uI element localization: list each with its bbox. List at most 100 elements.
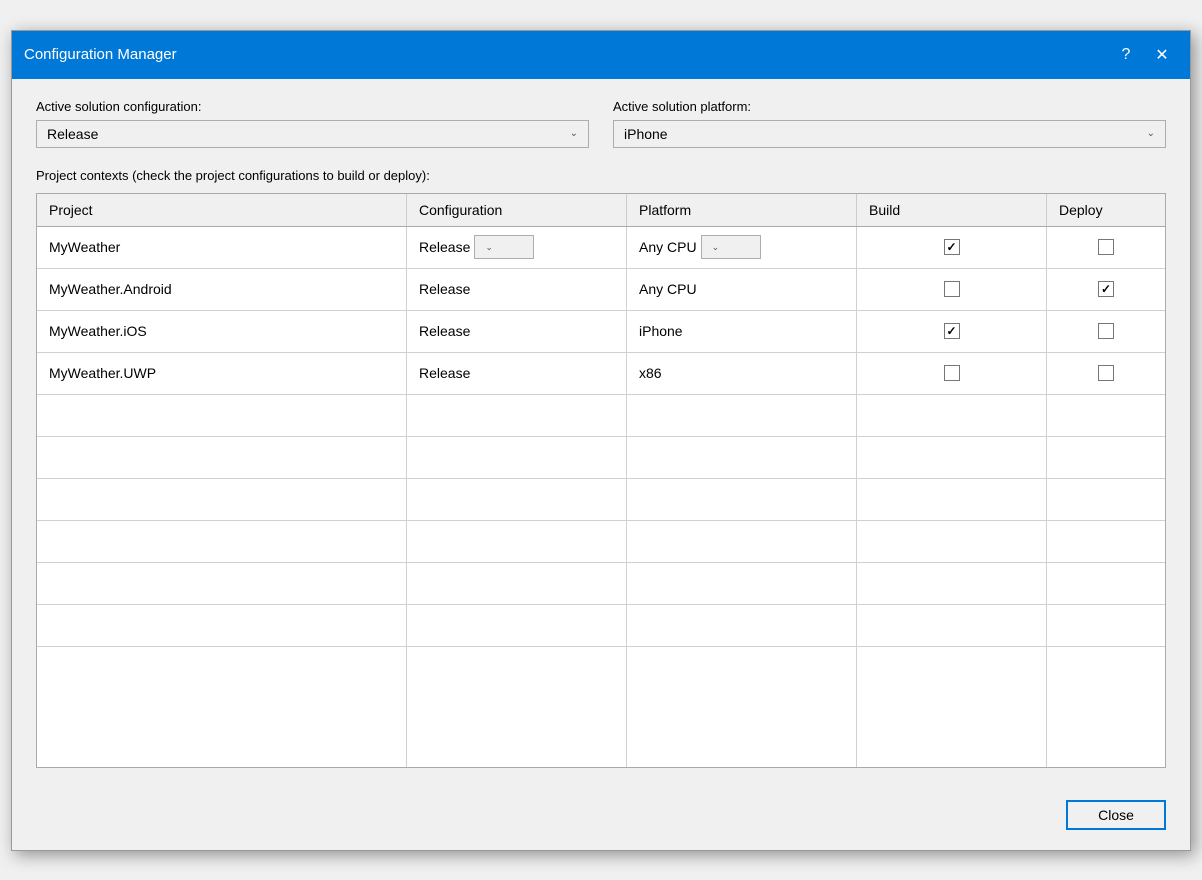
empty-cell [857, 521, 1047, 562]
platform-cell: Any CPU ⌄ [627, 227, 857, 268]
deploy-cell [1047, 269, 1165, 310]
empty-cell [627, 395, 857, 436]
empty-cell [37, 563, 407, 604]
solution-row: Active solution configuration: Release ⌄… [36, 99, 1166, 148]
col-header-configuration: Configuration [407, 194, 627, 226]
project-name: MyWeather.Android [37, 269, 407, 310]
empty-cell [407, 479, 627, 520]
dialog-body: Active solution configuration: Release ⌄… [12, 79, 1190, 788]
build-cell [857, 311, 1047, 352]
platform-text: Any CPU [639, 281, 697, 297]
build-checkbox[interactable] [944, 365, 960, 381]
empty-cell [407, 647, 627, 767]
dialog-title: Configuration Manager [24, 46, 177, 63]
platform-text: Any CPU [639, 239, 697, 255]
config-value: Release [47, 126, 98, 142]
empty-row [37, 437, 1165, 479]
grid-header: Project Configuration Platform Build Dep… [37, 194, 1165, 227]
build-cell [857, 353, 1047, 394]
empty-cell [37, 395, 407, 436]
empty-cell [1047, 395, 1165, 436]
config-text: Release [419, 323, 470, 339]
empty-row [37, 605, 1165, 647]
close-button[interactable]: Close [1066, 800, 1166, 830]
table-row: MyWeather Release ⌄ Any CPU ⌄ [37, 227, 1165, 269]
platform-label: Active solution platform: [613, 99, 1166, 114]
empty-cell [37, 605, 407, 646]
platform-dropdown-arrow: ⌄ [1147, 128, 1155, 139]
project-name: MyWeather.iOS [37, 311, 407, 352]
close-x-button[interactable]: ✕ [1146, 39, 1178, 71]
row-platform-dropdown[interactable]: ⌄ [701, 235, 761, 259]
deploy-checkbox[interactable] [1098, 365, 1114, 381]
build-checkbox[interactable] [944, 281, 960, 297]
empty-cell [857, 437, 1047, 478]
row-platform-dropdown-arrow: ⌄ [712, 242, 720, 253]
build-cell [857, 269, 1047, 310]
empty-cell [37, 437, 407, 478]
project-contexts-label: Project contexts (check the project conf… [36, 168, 1166, 183]
empty-cell [37, 647, 407, 767]
empty-cell [627, 605, 857, 646]
empty-cell [407, 605, 627, 646]
empty-cell [1047, 479, 1165, 520]
project-grid: Project Configuration Platform Build Dep… [36, 193, 1166, 768]
empty-row [37, 647, 1165, 767]
platform-group: Active solution platform: iPhone ⌄ [613, 99, 1166, 148]
config-cell: Release [407, 311, 627, 352]
deploy-checkbox[interactable] [1098, 281, 1114, 297]
empty-rows [37, 395, 1165, 767]
platform-cell: Any CPU [627, 269, 857, 310]
empty-cell [857, 395, 1047, 436]
platform-cell: x86 [627, 353, 857, 394]
config-cell: Release [407, 353, 627, 394]
empty-row [37, 395, 1165, 437]
empty-cell [1047, 521, 1165, 562]
col-header-build: Build [857, 194, 1047, 226]
empty-cell [407, 395, 627, 436]
dialog-footer: Close [12, 788, 1190, 850]
project-name: MyWeather [37, 227, 407, 268]
title-bar-controls: ? ✕ [1110, 39, 1178, 71]
configuration-manager-dialog: Configuration Manager ? ✕ Active solutio… [11, 30, 1191, 851]
config-text: Release [419, 239, 470, 255]
empty-row [37, 563, 1165, 605]
col-header-project: Project [37, 194, 407, 226]
platform-dropdown[interactable]: iPhone ⌄ [613, 120, 1166, 148]
table-row: MyWeather.UWP Release x86 [37, 353, 1165, 395]
empty-cell [407, 563, 627, 604]
row-config-dropdown-arrow: ⌄ [485, 242, 493, 253]
empty-cell [627, 521, 857, 562]
config-dropdown[interactable]: Release ⌄ [36, 120, 589, 148]
table-row: MyWeather.iOS Release iPhone [37, 311, 1165, 353]
platform-text: iPhone [639, 323, 683, 339]
config-label: Active solution configuration: [36, 99, 589, 114]
empty-cell [857, 479, 1047, 520]
empty-cell [407, 521, 627, 562]
empty-cell [1047, 563, 1165, 604]
config-cell: Release [407, 269, 627, 310]
row-config-dropdown[interactable]: ⌄ [474, 235, 534, 259]
empty-cell [857, 563, 1047, 604]
table-row: MyWeather.Android Release Any CPU [37, 269, 1165, 311]
help-button[interactable]: ? [1110, 39, 1142, 71]
config-text: Release [419, 281, 470, 297]
build-checkbox[interactable] [944, 239, 960, 255]
empty-cell [627, 479, 857, 520]
empty-cell [1047, 437, 1165, 478]
build-checkbox[interactable] [944, 323, 960, 339]
deploy-cell [1047, 353, 1165, 394]
config-text: Release [419, 365, 470, 381]
config-dropdown-arrow: ⌄ [570, 128, 578, 139]
col-header-platform: Platform [627, 194, 857, 226]
config-group: Active solution configuration: Release ⌄ [36, 99, 589, 148]
empty-cell [37, 479, 407, 520]
deploy-cell [1047, 311, 1165, 352]
empty-cell [1047, 605, 1165, 646]
empty-cell [627, 563, 857, 604]
deploy-checkbox[interactable] [1098, 239, 1114, 255]
platform-text: x86 [639, 365, 662, 381]
empty-cell [37, 521, 407, 562]
deploy-checkbox[interactable] [1098, 323, 1114, 339]
empty-row [37, 521, 1165, 563]
